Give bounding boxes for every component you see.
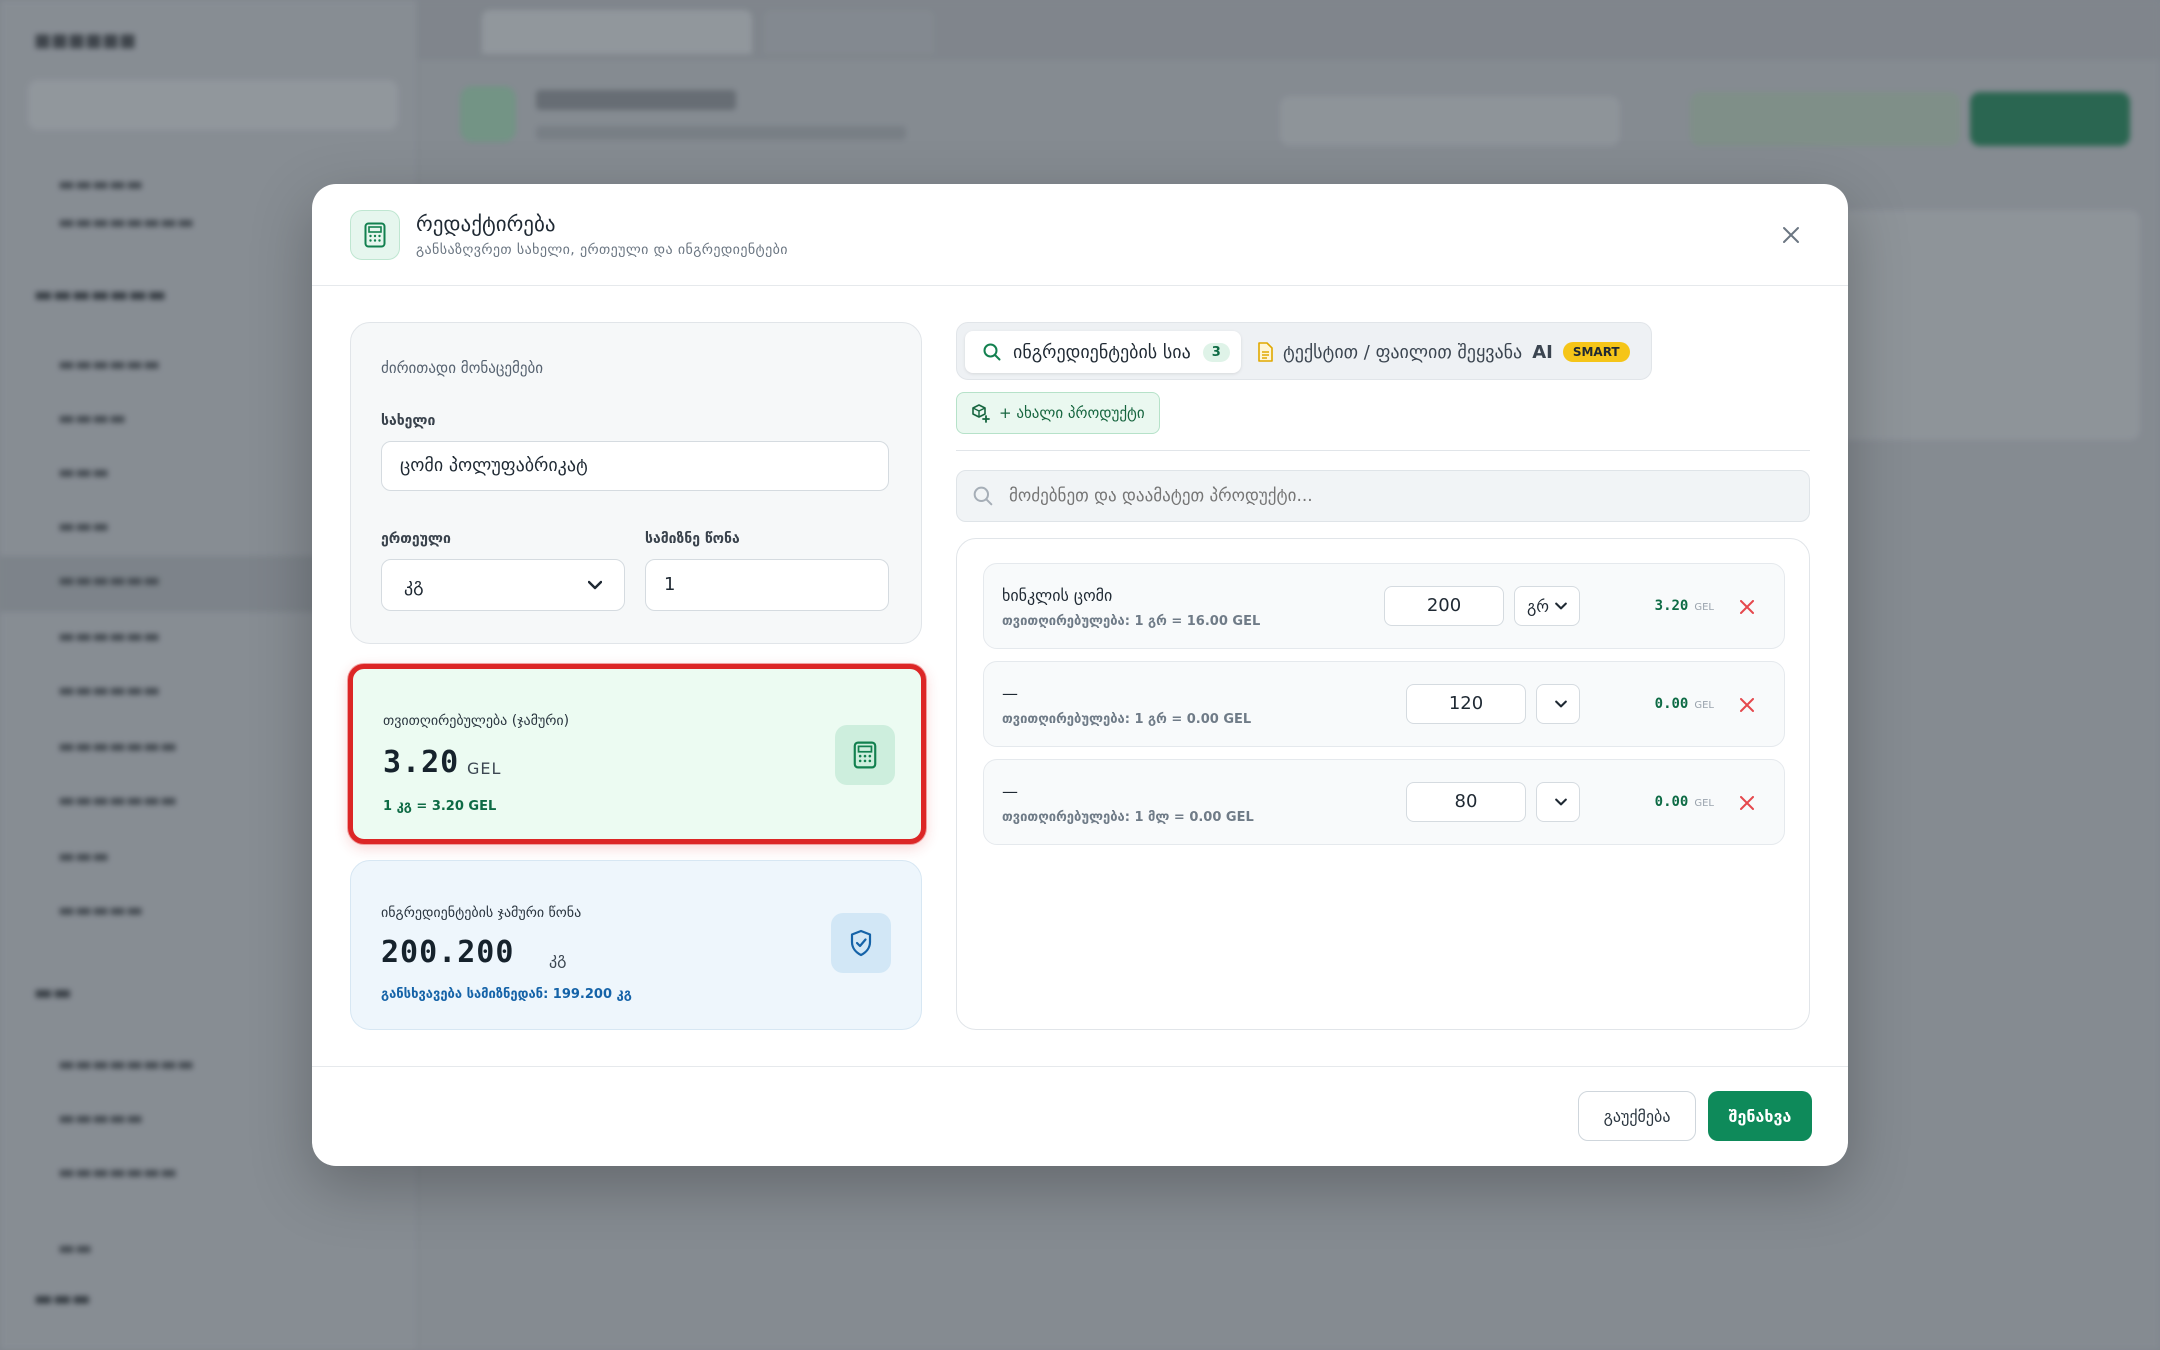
search-icon: [973, 486, 993, 506]
search-icon: [983, 343, 1001, 361]
total-cost-currency: GEL: [467, 759, 502, 778]
unit-label: ერთეული: [381, 531, 451, 547]
calculator-icon: [350, 210, 400, 260]
calculator-icon: [835, 725, 895, 785]
ingredient-unit-select[interactable]: გრ: [1514, 586, 1580, 626]
total-weight-value: 200.200: [381, 935, 515, 970]
product-search: [956, 470, 1810, 522]
chevron-down-icon: [1555, 798, 1567, 806]
ingredient-cost: 0.00 GEL: [1654, 794, 1714, 810]
tab-text-file-label: ტექსტით / ფაილით შეყვანა: [1283, 341, 1523, 363]
ingredient-name: ხინკლის ცომი: [1002, 586, 1113, 605]
unit-select[interactable]: კგ: [381, 559, 625, 611]
remove-ingredient-button[interactable]: [1736, 694, 1758, 716]
close-icon: [1740, 600, 1754, 614]
target-weight-input[interactable]: 1: [645, 559, 889, 611]
total-cost-label: თვითღირებულება (ჯამური): [383, 713, 570, 729]
basic-data-card: ძირითადი მონაცემები სახელი ცომი პოლუფაბრ…: [350, 322, 922, 644]
modal-subtitle: განსაზღვრეთ სახელი, ერთეული და ინგრედიენ…: [416, 242, 788, 258]
shield-check-icon: [831, 913, 891, 973]
ingredient-cost: 0.00 GEL: [1654, 696, 1714, 712]
new-product-label: + ახალი პროდუქტი: [999, 404, 1145, 422]
new-product-button[interactable]: + ახალი პროდუქტი: [956, 392, 1160, 434]
remove-ingredient-button[interactable]: [1736, 596, 1758, 618]
product-search-input[interactable]: [1009, 486, 1769, 506]
tab-ingredient-list-label: ინგრედიენტების სია: [1013, 341, 1191, 363]
total-weight-card: ინგრედიენტების ჯამური წონა 200.200 კგ გა…: [350, 860, 922, 1030]
total-cost-value: 3.20: [383, 745, 460, 780]
unit-select-value: კგ: [404, 574, 424, 596]
modal-title: რედაქტირება: [416, 212, 556, 236]
ingredient-name: —: [1002, 782, 1018, 801]
close-button[interactable]: [1778, 222, 1804, 248]
modal-footer: გაუქმება შენახვა: [312, 1066, 1848, 1166]
ingredient-unit-cost: თვითღირებულება: 1 გრ = 16.00 GEL: [1002, 614, 1261, 629]
cancel-button[interactable]: გაუქმება: [1578, 1091, 1696, 1141]
ingredient-quantity-input[interactable]: 200: [1384, 586, 1504, 626]
ingredient-row: — თვითღირებულება: 1 მლ = 0.00 GEL 80 0.0…: [983, 759, 1785, 845]
edit-modal: რედაქტირება განსაზღვრეთ სახელი, ერთეული …: [312, 184, 1848, 1166]
total-weight-unit: კგ: [549, 949, 567, 968]
ingredient-row: — თვითღირებულება: 1 გრ = 0.00 GEL 120 0.…: [983, 661, 1785, 747]
ingredient-unit-value: გრ: [1526, 596, 1550, 616]
package-plus-icon: [972, 404, 990, 423]
tab-ingredient-list[interactable]: ინგრედიენტების სია 3: [965, 331, 1241, 373]
ai-label: AI: [1532, 341, 1553, 363]
ingredient-unit-cost: თვითღირებულება: 1 მლ = 0.00 GEL: [1002, 810, 1254, 825]
ingredient-row: ხინკლის ცომი თვითღირებულება: 1 გრ = 16.0…: [983, 563, 1785, 649]
ingredient-quantity-input[interactable]: 80: [1406, 782, 1526, 822]
close-icon: [1740, 796, 1754, 810]
ingredient-cost: 3.20 GEL: [1654, 598, 1714, 614]
ingredient-unit-select[interactable]: [1536, 782, 1580, 822]
close-icon: [1783, 227, 1799, 243]
input-mode-tabs: ინგრედიენტების სია 3 ტექსტით / ფაილით შე…: [956, 322, 1652, 380]
name-label: სახელი: [381, 413, 436, 429]
weight-difference-text: განსხვავება სამიზნედან: 199.200 კგ: [381, 987, 632, 1002]
tab-text-file-input[interactable]: ტექსტით / ფაილით შეყვანა AI SMART: [1257, 331, 1630, 373]
document-icon: [1258, 342, 1273, 362]
total-weight-label: ინგრედიენტების ჯამური წონა: [381, 905, 582, 921]
chevron-down-icon: [588, 580, 602, 590]
name-input[interactable]: ცომი პოლუფაბრიკატ: [381, 441, 889, 491]
target-weight-label: სამიზნე წონა: [645, 531, 740, 547]
ingredient-quantity-input[interactable]: 120: [1406, 684, 1526, 724]
chevron-down-icon: [1555, 700, 1567, 708]
smart-badge: SMART: [1562, 342, 1630, 362]
basic-data-label: ძირითადი მონაცემები: [381, 359, 543, 377]
chevron-down-icon: [1555, 602, 1567, 610]
save-button[interactable]: შენახვა: [1708, 1091, 1812, 1141]
unit-cost-text: 1 კგ = 3.20 GEL: [383, 799, 497, 814]
close-icon: [1740, 698, 1754, 712]
ingredient-unit-cost: თვითღირებულება: 1 გრ = 0.00 GEL: [1002, 712, 1252, 727]
remove-ingredient-button[interactable]: [1736, 792, 1758, 814]
modal-header: რედაქტირება განსაზღვრეთ სახელი, ერთეული …: [312, 184, 1848, 286]
ingredient-count-badge: 3: [1202, 342, 1230, 362]
ingredient-list-panel: ხინკლის ცომი თვითღირებულება: 1 გრ = 16.0…: [956, 538, 1810, 1030]
ingredient-unit-select[interactable]: [1536, 684, 1580, 724]
total-cost-card: თვითღირებულება (ჯამური) 3.20 GEL 1 კგ = …: [348, 664, 926, 844]
divider: [956, 450, 1810, 451]
ingredient-name: —: [1002, 684, 1018, 703]
